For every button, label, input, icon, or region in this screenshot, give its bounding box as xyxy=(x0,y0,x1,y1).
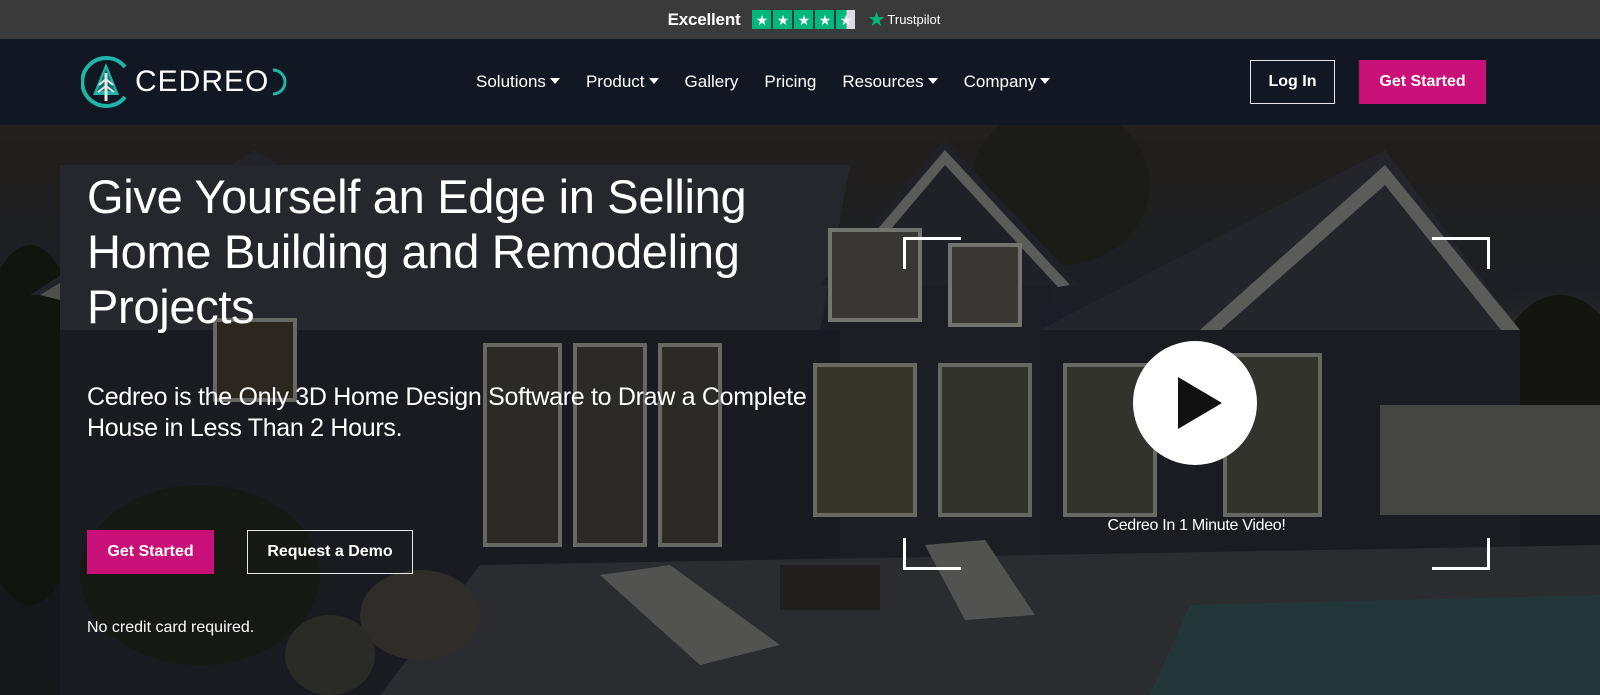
logo-text: CEDREO xyxy=(135,65,270,98)
star-icon: ★ xyxy=(794,10,814,29)
trustpilot-widget[interactable]: Excellent ★ ★ ★ ★ ★ ★ Trustpilot xyxy=(668,10,941,30)
frame-corner-top-right xyxy=(1432,237,1490,269)
trustpilot-star-icon: ★ xyxy=(867,8,886,31)
caret-down-icon xyxy=(549,78,560,84)
nav-item-product[interactable]: Product xyxy=(586,72,659,92)
nav-item-label: Solutions xyxy=(476,72,546,91)
nav-item-company[interactable]: Company xyxy=(964,72,1051,92)
request-demo-button[interactable]: Request a Demo xyxy=(247,530,413,574)
main-navigation: CEDREO Solutions Product Gallery Pricing… xyxy=(0,39,1600,125)
nav-item-label: Gallery xyxy=(684,72,739,91)
trustpilot-stars: ★ ★ ★ ★ ★ xyxy=(752,10,856,29)
hero-section: Give Yourself an Edge in Selling Home Bu… xyxy=(0,125,1600,695)
star-icon: ★ xyxy=(815,10,835,29)
nav-menu: Solutions Product Gallery Pricing Resour… xyxy=(476,39,1051,125)
frame-corner-bottom-right xyxy=(1432,538,1490,570)
hero-get-started-button[interactable]: Get Started xyxy=(87,530,214,574)
play-video-button[interactable] xyxy=(1133,341,1257,465)
nav-item-label: Product xyxy=(585,72,645,91)
half-star-icon: ★ xyxy=(836,10,856,29)
tree-logo-icon xyxy=(81,56,127,108)
caret-down-icon xyxy=(648,78,659,84)
nav-item-label: Pricing xyxy=(764,72,817,91)
nav-item-label: Resources xyxy=(842,72,924,91)
trustpilot-bar: Excellent ★ ★ ★ ★ ★ ★ Trustpilot xyxy=(0,0,1600,39)
logo-arc-icon xyxy=(273,68,287,96)
nav-get-started-button[interactable]: Get Started xyxy=(1359,60,1486,104)
nav-item-resources[interactable]: Resources xyxy=(842,72,938,92)
nav-item-pricing[interactable]: Pricing xyxy=(764,72,816,92)
caret-down-icon xyxy=(1040,78,1051,84)
nav-item-label: Company xyxy=(963,72,1037,91)
frame-corner-bottom-left xyxy=(903,538,961,570)
nav-item-gallery[interactable]: Gallery xyxy=(685,72,739,92)
star-icon: ★ xyxy=(773,10,793,29)
trustpilot-rating-label: Excellent xyxy=(667,9,741,29)
login-button[interactable]: Log In xyxy=(1250,60,1335,104)
hero-headline: Give Yourself an Edge in Selling Home Bu… xyxy=(87,170,747,333)
trustpilot-brand-text: Trustpilot xyxy=(887,12,941,27)
trustpilot-logo: ★ Trustpilot xyxy=(867,10,940,30)
video-frame[interactable]: Cedreo In 1 Minute Video! xyxy=(903,237,1490,570)
frame-corner-top-left xyxy=(903,237,961,269)
hero-subheadline: Cedreo is the Only 3D Home Design Softwa… xyxy=(87,383,807,442)
cedreo-logo[interactable]: CEDREO xyxy=(81,54,287,110)
nav-item-solutions[interactable]: Solutions xyxy=(476,72,560,92)
star-icon: ★ xyxy=(752,10,772,29)
play-icon xyxy=(1178,377,1222,429)
no-credit-card-note: No credit card required. xyxy=(87,619,255,636)
caret-down-icon xyxy=(927,78,938,84)
video-caption: Cedreo In 1 Minute Video! xyxy=(1107,517,1286,534)
